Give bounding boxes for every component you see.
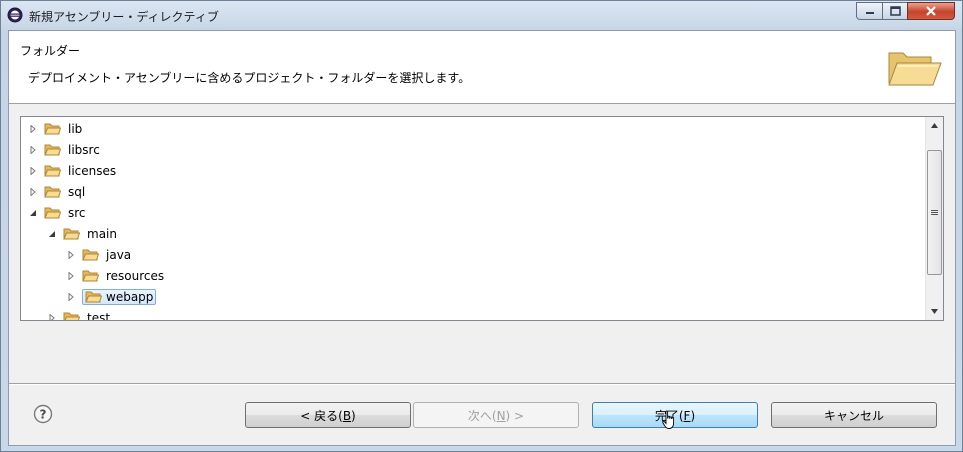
tree-item-label: java (106, 247, 132, 262)
dialog-window: 新規アセンブリー・ディレクティブ フォルダー デプロイメント・アセンブリーに含め… (0, 0, 963, 452)
folder-icon (44, 123, 61, 134)
folder-tree[interactable]: lib libsrc licenses sql src main java re… (20, 116, 944, 321)
cancel-button[interactable]: キャンセル (771, 402, 937, 428)
tree-item-licenses[interactable]: licenses (28, 160, 119, 181)
dialog-content: フォルダー デプロイメント・アセンブリーに含めるプロジェクト・フォルダーを選択し… (8, 30, 956, 446)
tree-item-text: webapp (106, 289, 154, 304)
back-button[interactable]: < 戻る(B) (245, 402, 411, 428)
tree-item-main[interactable]: main (47, 223, 120, 244)
tree-item-sql[interactable]: sql (28, 181, 88, 202)
tree-item-resources[interactable]: resources (66, 265, 167, 286)
folder-open-icon (888, 52, 942, 86)
minimize-button[interactable] (856, 2, 883, 20)
next-button[interactable]: 次へ(N) > (413, 402, 579, 428)
window-title: 新規アセンブリー・ディレクティブ (29, 10, 219, 24)
tree-item-libsrc[interactable]: libsrc (28, 139, 103, 160)
expand-arrow-icon[interactable] (28, 124, 38, 134)
maximize-icon (889, 6, 901, 16)
tree-item-webapp[interactable]: webapp (66, 286, 157, 307)
wizard-header: フォルダー デプロイメント・アセンブリーに含めるプロジェクト・フォルダーを選択し… (9, 31, 955, 104)
tree-item-label: test (87, 310, 111, 321)
back-button-label: < 戻る(B) (300, 408, 356, 423)
next-button-label: 次へ(N) > (467, 408, 525, 423)
tree-item-lib[interactable]: lib (28, 118, 85, 139)
folder-icon (44, 186, 61, 197)
tree-item-label: libsrc (68, 142, 100, 157)
expand-arrow-icon[interactable] (66, 271, 76, 281)
folder-open-icon (44, 207, 61, 218)
scroll-down-button[interactable] (926, 303, 943, 320)
vertical-scrollbar[interactable] (925, 117, 943, 320)
tree-item-label-selected: webapp (82, 288, 157, 305)
svg-text:?: ? (40, 408, 47, 422)
expand-arrow-icon[interactable] (28, 166, 38, 176)
folder-icon (82, 249, 99, 260)
maximize-button[interactable] (882, 2, 908, 20)
folder-icon (82, 270, 99, 281)
page-title: フォルダー (20, 44, 81, 58)
tree-item-test[interactable]: test (47, 307, 113, 321)
expand-arrow-icon[interactable] (47, 313, 57, 320)
button-bar-separator-highlight (9, 384, 955, 385)
help-icon[interactable]: ? (33, 404, 53, 424)
scroll-up-button[interactable] (926, 117, 943, 134)
collapse-arrow-icon[interactable] (28, 208, 38, 218)
tree-item-label: lib (68, 121, 83, 136)
tree-item-label: main (87, 226, 117, 241)
arrow-up-icon (931, 123, 938, 128)
tree-item-label: src (68, 205, 86, 220)
mouse-pointer-icon (662, 410, 675, 429)
folder-icon (44, 144, 61, 155)
eclipse-app-icon (7, 7, 23, 23)
grip-icon (931, 209, 938, 215)
folder-icon (44, 165, 61, 176)
tree-item-src[interactable]: src (28, 202, 89, 223)
minimize-icon (865, 12, 874, 14)
close-icon (926, 6, 936, 16)
expand-arrow-icon[interactable] (28, 145, 38, 155)
expand-arrow-icon[interactable] (66, 292, 76, 302)
expand-arrow-icon[interactable] (66, 250, 76, 260)
scroll-thumb[interactable] (927, 150, 942, 275)
tree-item-label: sql (68, 184, 86, 199)
tree-item-label: resources (106, 268, 165, 283)
close-button[interactable] (907, 2, 955, 20)
tree-item-java[interactable]: java (66, 244, 134, 265)
expand-arrow-icon[interactable] (28, 187, 38, 197)
folder-icon (85, 291, 102, 302)
folder-icon (63, 312, 80, 320)
collapse-arrow-icon[interactable] (47, 229, 57, 239)
page-description: デプロイメント・アセンブリーに含めるプロジェクト・フォルダーを選択します。 (28, 71, 471, 85)
tree-item-label: licenses (68, 163, 117, 178)
title-bar[interactable]: 新規アセンブリー・ディレクティブ (1, 1, 962, 29)
cancel-button-label: キャンセル (823, 408, 884, 423)
arrow-down-icon (931, 309, 938, 314)
folder-open-icon (63, 228, 80, 239)
